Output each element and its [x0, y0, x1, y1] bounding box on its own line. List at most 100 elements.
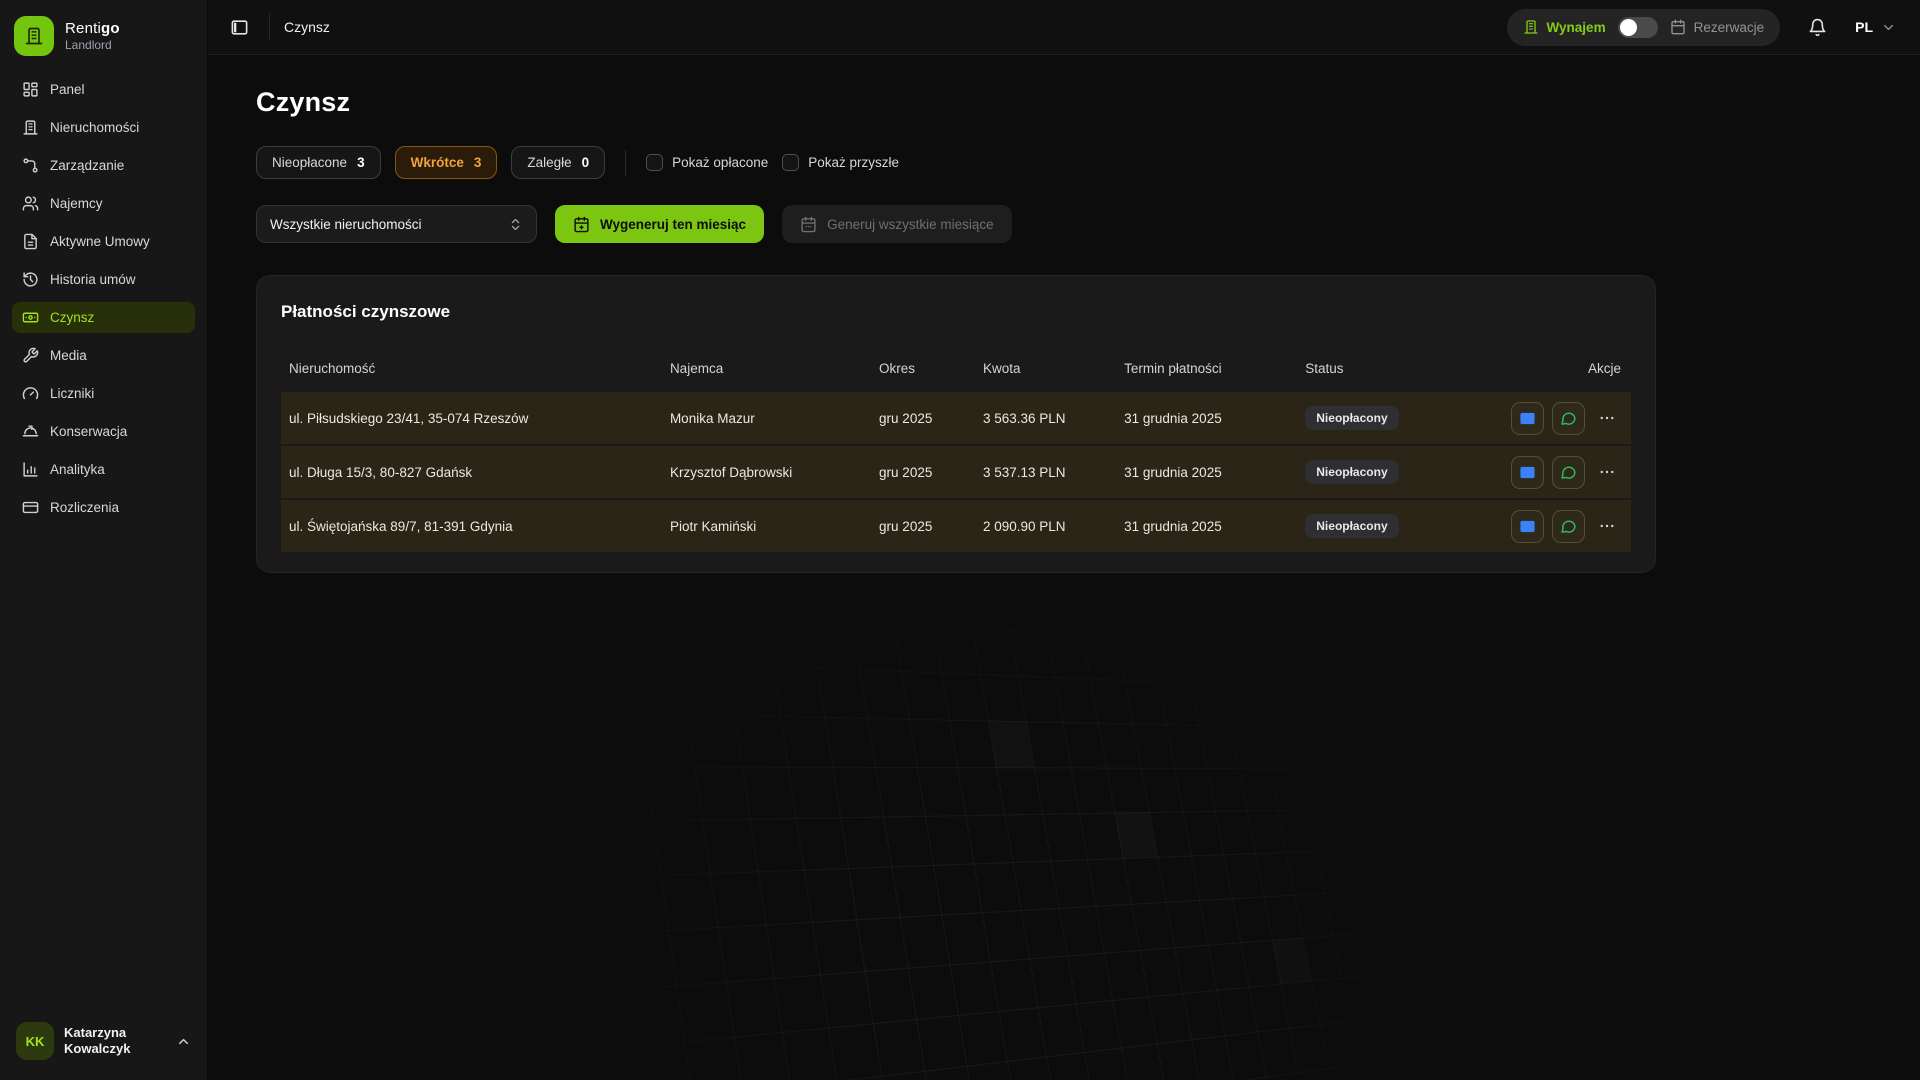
brand-logo-icon: [14, 16, 54, 56]
users-icon: [22, 195, 39, 212]
sidebar-item-rent[interactable]: Czynsz: [12, 302, 195, 333]
brand-text: Rentigo Landlord: [65, 20, 120, 52]
col-tenant: Najemca: [670, 361, 879, 376]
brand: Rentigo Landlord: [12, 14, 195, 74]
document-icon: [22, 233, 39, 250]
brand-name: Rentigo: [65, 20, 120, 37]
mode-rental[interactable]: Wynajem: [1523, 19, 1606, 35]
chat-icon: [1560, 464, 1577, 481]
rent-payments-card: Płatności czynszowe Nieruchomość Najemca…: [256, 275, 1656, 573]
sidebar-item-utilities[interactable]: Media: [12, 340, 195, 371]
sidebar-item-billing[interactable]: Rozliczenia: [12, 492, 195, 523]
hard-hat-icon: [22, 423, 39, 440]
sidebar-item-management[interactable]: Zarządzanie: [12, 150, 195, 181]
checkbox-box: [646, 154, 663, 171]
send-message-button[interactable]: [1552, 456, 1585, 489]
send-message-button[interactable]: [1552, 510, 1585, 543]
cell-amount: 2 090.90 PLN: [983, 519, 1124, 534]
topbar-right: Wynajem Rezerwacje PL: [1507, 9, 1896, 46]
banknote-icon: [22, 309, 39, 326]
language-code: PL: [1855, 19, 1873, 35]
chevron-down-icon: [1881, 20, 1896, 35]
sidebar-item-tenants[interactable]: Najemcy: [12, 188, 195, 219]
table-row: ul. Piłsudskiego 23/41, 35-074 Rzeszów M…: [281, 392, 1631, 444]
calendar-plus-icon: [573, 216, 590, 233]
dashboard-icon: [22, 81, 39, 98]
cell-period: gru 2025: [879, 519, 983, 534]
cell-property: ul. Piłsudskiego 23/41, 35-074 Rzeszów: [289, 411, 670, 426]
cell-property: ul. Długa 15/3, 80-827 Gdańsk: [289, 465, 670, 480]
cell-tenant: Krzysztof Dąbrowski: [670, 465, 879, 480]
cell-status: Nieopłacony: [1305, 514, 1483, 538]
cell-due-date: 31 grudnia 2025: [1124, 411, 1305, 426]
filter-chip-upcoming[interactable]: Wkrótce 3: [395, 146, 498, 179]
sidebar-item-meters[interactable]: Liczniki: [12, 378, 195, 409]
table-row: ul. Świętojańska 89/7, 81-391 Gdynia Pio…: [281, 500, 1631, 552]
sidebar: Rentigo Landlord Panel Nieruchomości Zar…: [0, 0, 208, 1080]
avatar: KK: [16, 1022, 54, 1060]
row-more-button[interactable]: [1593, 456, 1621, 489]
sidebar-item-label: Panel: [50, 82, 85, 97]
language-selector[interactable]: PL: [1855, 19, 1896, 35]
col-due-date: Termin płatności: [1124, 361, 1305, 376]
send-message-button[interactable]: [1552, 402, 1585, 435]
topbar: Czynsz Wynajem Rezerwacje: [208, 0, 1920, 55]
checkbox-box: [782, 154, 799, 171]
cell-amount: 3 537.13 PLN: [983, 465, 1124, 480]
sidebar-item-label: Analityka: [50, 462, 105, 477]
checkbox-show-future[interactable]: Pokaż przyszłe: [782, 154, 899, 171]
generate-month-button[interactable]: Wygeneruj ten miesiąc: [555, 205, 764, 243]
send-email-button[interactable]: [1511, 510, 1544, 543]
sidebar-item-panel[interactable]: Panel: [12, 74, 195, 105]
sidebar-item-label: Najemcy: [50, 196, 103, 211]
filter-chip-overdue[interactable]: Zaległe 0: [511, 146, 605, 179]
sidebar-toggle-button[interactable]: [224, 12, 255, 43]
col-amount: Kwota: [983, 361, 1124, 376]
property-filter-select[interactable]: Wszystkie nieruchomości: [256, 205, 537, 243]
cell-period: gru 2025: [879, 465, 983, 480]
cell-due-date: 31 grudnia 2025: [1124, 465, 1305, 480]
chip-count: 3: [474, 155, 482, 170]
credit-card-icon: [22, 499, 39, 516]
chat-icon: [1560, 518, 1577, 535]
main: Czynsz Nieopłacone 3 Wkrótce 3 Zaległe 0: [208, 55, 1920, 1080]
col-actions: Akcje: [1484, 361, 1621, 376]
sidebar-item-label: Konserwacja: [50, 424, 127, 439]
card-title: Płatności czynszowe: [281, 302, 1631, 322]
generate-all-months-button[interactable]: Generuj wszystkie miesiące: [782, 205, 1012, 243]
row-more-button[interactable]: [1593, 510, 1621, 543]
sidebar-item-maintenance[interactable]: Konserwacja: [12, 416, 195, 447]
wrench-icon: [22, 347, 39, 364]
building-icon: [22, 119, 39, 136]
sidebar-item-active-contracts[interactable]: Aktywne Umowy: [12, 226, 195, 257]
background-grid-decoration: [564, 552, 1618, 1080]
mode-switch[interactable]: [1618, 17, 1658, 38]
mail-icon: [1519, 464, 1536, 481]
col-status: Status: [1305, 361, 1483, 376]
table-header: Nieruchomość Najemca Okres Kwota Termin …: [281, 346, 1631, 390]
row-more-button[interactable]: [1593, 402, 1621, 435]
filter-chip-unpaid[interactable]: Nieopłacone 3: [256, 146, 381, 179]
sidebar-item-contract-history[interactable]: Historia umów: [12, 264, 195, 295]
chip-count: 3: [357, 155, 365, 170]
controls-row: Wszystkie nieruchomości Wygeneruj ten mi…: [256, 205, 1872, 243]
mode-reservations[interactable]: Rezerwacje: [1670, 19, 1765, 35]
topbar-divider: [269, 14, 270, 40]
mail-icon: [1519, 410, 1536, 427]
send-email-button[interactable]: [1511, 402, 1544, 435]
switch-knob: [1620, 19, 1637, 36]
bar-chart-icon: [22, 461, 39, 478]
status-badge: Nieopłacony: [1305, 460, 1398, 484]
send-email-button[interactable]: [1511, 456, 1544, 489]
cell-actions: [1484, 402, 1621, 435]
checkbox-show-paid[interactable]: Pokaż opłacone: [646, 154, 768, 171]
user-menu[interactable]: KK Katarzyna Kowalczyk: [12, 1018, 195, 1064]
notifications-button[interactable]: [1802, 12, 1833, 43]
chevron-up-icon: [176, 1034, 191, 1049]
sidebar-item-properties[interactable]: Nieruchomości: [12, 112, 195, 143]
sidebar-item-label: Czynsz: [50, 310, 94, 325]
chat-icon: [1560, 410, 1577, 427]
cell-due-date: 31 grudnia 2025: [1124, 519, 1305, 534]
chevrons-up-down-icon: [508, 217, 523, 232]
sidebar-item-analytics[interactable]: Analityka: [12, 454, 195, 485]
